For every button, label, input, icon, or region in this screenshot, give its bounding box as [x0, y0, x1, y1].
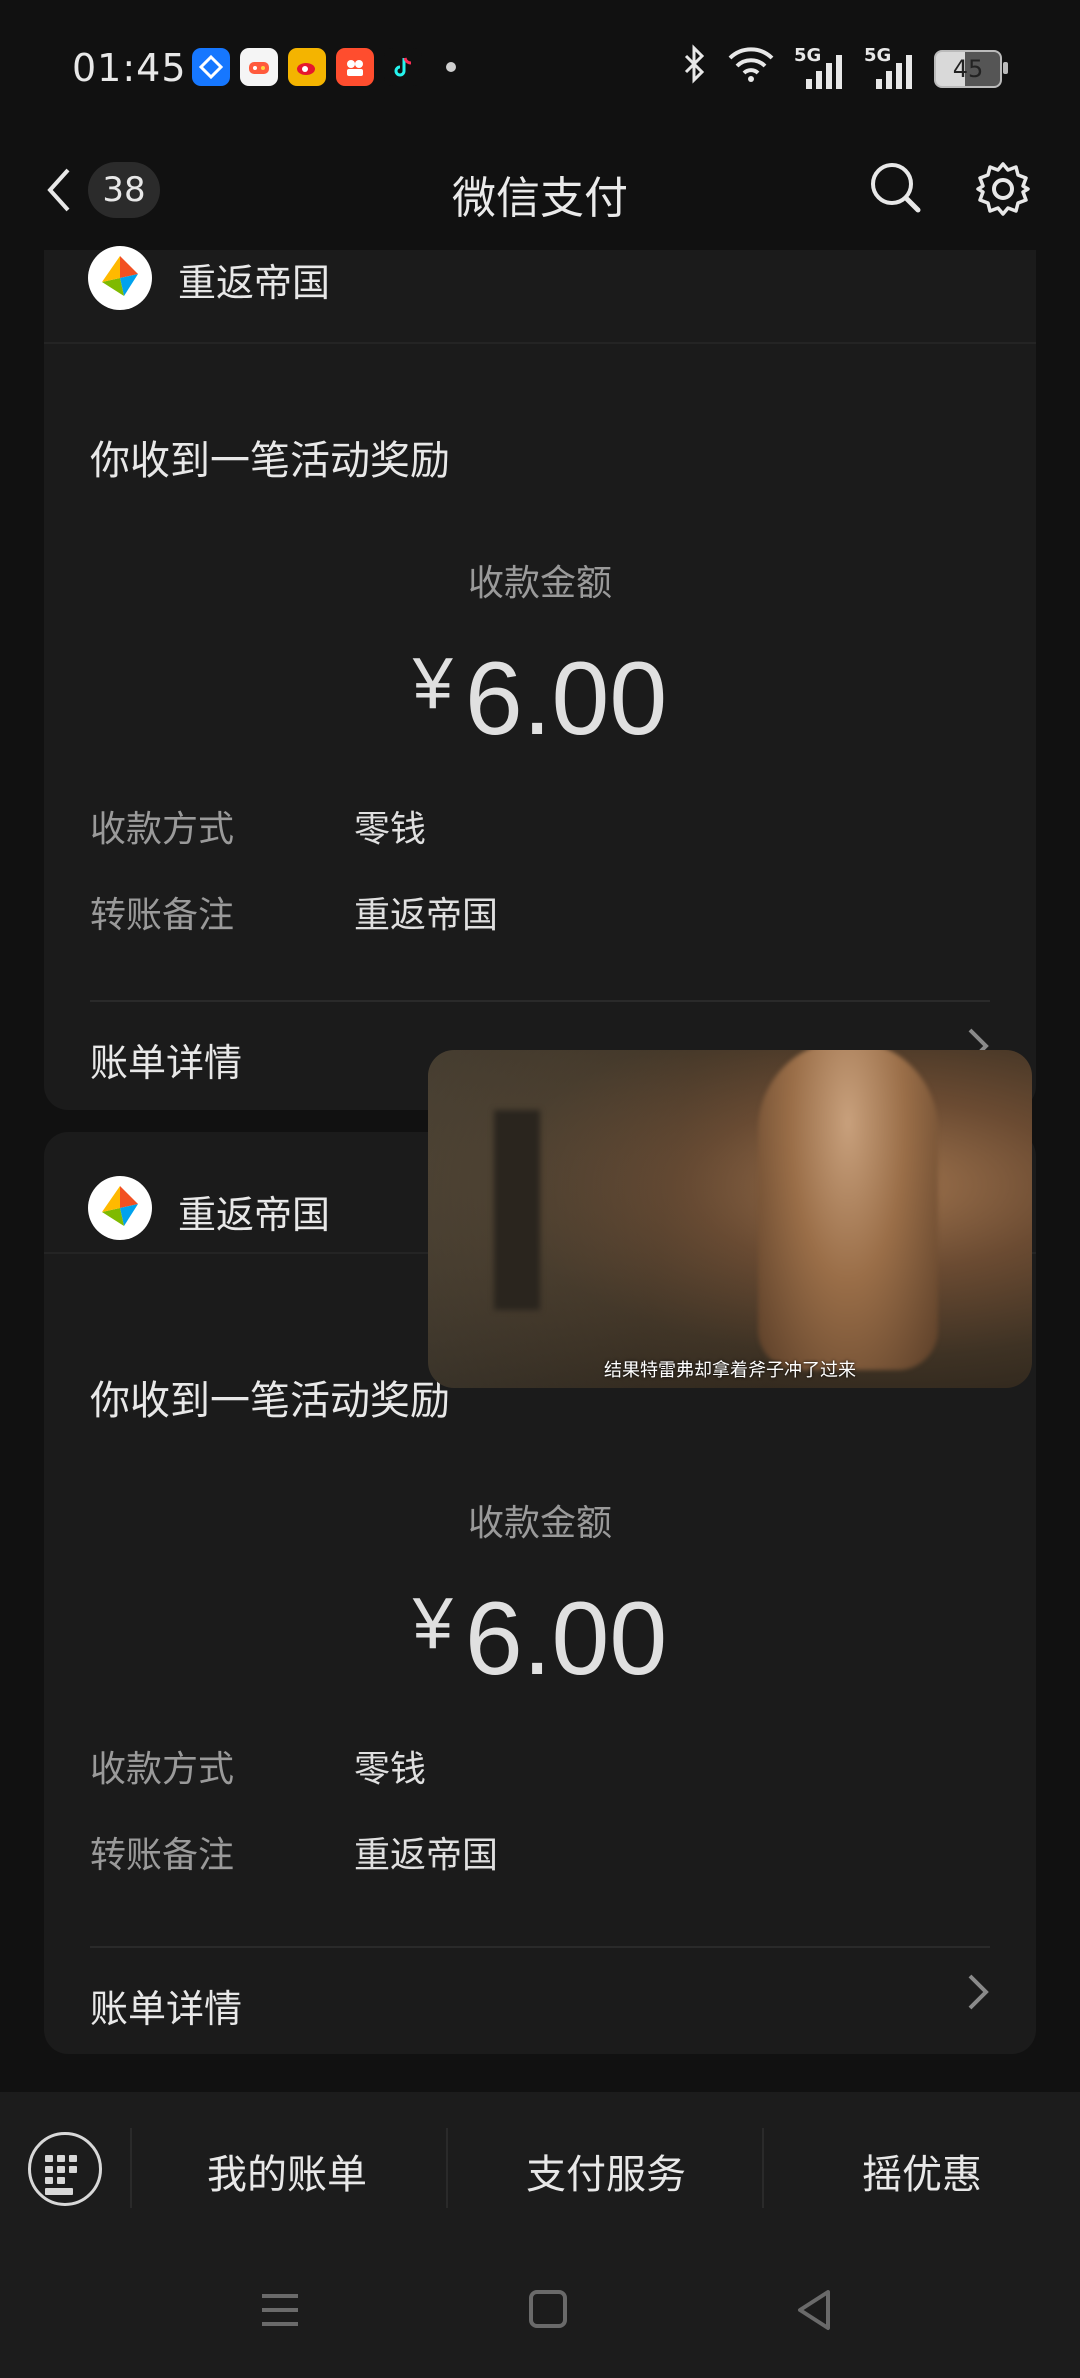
title-bar: 38 微信支付 — [0, 140, 1080, 250]
triangle-back-icon — [798, 2290, 830, 2330]
more-notifications-dot — [446, 62, 456, 72]
divider — [90, 1946, 990, 1948]
menu-my-bills[interactable]: 我的账单 — [132, 2142, 442, 2200]
tiktok-icon — [384, 48, 422, 86]
payment-method-label: 收款方式 — [90, 809, 235, 850]
card-headline: 你收到一笔活动奖励 — [90, 1378, 450, 1424]
bill-details-link[interactable]: 账单详情 — [90, 1978, 242, 2033]
signal-5g-icon: 5G — [864, 45, 916, 89]
amount-number: 6.00 — [464, 1581, 668, 1697]
amount-label: 收款金额 — [467, 563, 612, 604]
status-time: 01:45 — [72, 46, 187, 90]
game-icon — [240, 48, 278, 86]
game-logo-icon — [88, 1176, 152, 1240]
signal-5g-icon: 5G — [794, 45, 846, 89]
battery-level: 45 — [952, 54, 984, 83]
bluetooth-icon — [680, 44, 708, 93]
payment-method-value: 零钱 — [354, 809, 427, 850]
search-icon — [871, 163, 921, 213]
transfer-note-label: 转账备注 — [90, 1835, 235, 1876]
system-status-icons: 5G 5G 45 — [680, 44, 1008, 93]
card-headline: 你收到一笔活动奖励 — [90, 438, 450, 484]
payment-card: 重返帝国 你收到一笔活动奖励 收款金额 ¥6.00 收款方式 零钱 转账备注 重… — [44, 246, 1036, 1110]
wifi-icon — [726, 44, 776, 93]
settings-button[interactable] — [972, 158, 1034, 220]
game-logo-icon — [88, 246, 152, 310]
status-bar: 01:45 5G 5G 45 — [0, 0, 1080, 140]
system-navigation-bar — [0, 2244, 1080, 2378]
keyboard-toggle-icon[interactable] — [28, 2132, 102, 2206]
transfer-note-label: 转账备注 — [90, 895, 235, 936]
amount-value: ¥6.00 — [44, 1580, 1036, 1699]
alipay-icon — [192, 48, 230, 86]
video-app-icon — [336, 48, 374, 86]
home-square-icon — [529, 2290, 567, 2328]
amount-number: 6.00 — [464, 641, 668, 757]
gear-icon — [976, 162, 1030, 216]
amount-label: 收款金额 — [467, 1503, 612, 1544]
menu-icon — [262, 2294, 298, 2326]
transfer-note-value: 重返帝国 — [354, 895, 499, 936]
sender-name: 重返帝国 — [178, 261, 331, 305]
search-button[interactable] — [866, 158, 924, 216]
payment-method-label: 收款方式 — [90, 1749, 235, 1790]
video-frame — [758, 1050, 938, 1370]
back-nav-button[interactable] — [794, 2288, 834, 2336]
payment-method-value: 零钱 — [354, 1749, 427, 1790]
recent-apps-button[interactable] — [260, 2288, 300, 2336]
video-frame — [494, 1110, 540, 1310]
floating-video-window[interactable]: 结果特雷弗却拿着斧子冲了过来 — [428, 1050, 1032, 1388]
divider — [90, 1000, 990, 1002]
menu-shake-deals[interactable]: 摇优惠 — [764, 2142, 1080, 2200]
bill-details-link[interactable]: 账单详情 — [90, 1032, 242, 1087]
battery-icon: 45 — [934, 49, 1008, 88]
card-header[interactable]: 重返帝国 — [44, 246, 1036, 344]
transfer-note-value: 重返帝国 — [354, 1835, 499, 1876]
home-button[interactable] — [528, 2288, 568, 2336]
notification-icons — [192, 48, 456, 86]
amount-value: ¥6.00 — [44, 640, 1036, 759]
currency-symbol: ¥ — [412, 1584, 453, 1664]
sender-name: 重返帝国 — [178, 1193, 331, 1237]
currency-symbol: ¥ — [412, 644, 453, 724]
video-subtitle: 结果特雷弗却拿着斧子冲了过来 — [604, 1360, 856, 1381]
weibo-icon — [288, 48, 326, 86]
chevron-right-icon — [964, 1968, 992, 2028]
bottom-menu: 我的账单 支付服务 摇优惠 — [0, 2092, 1080, 2244]
menu-payment-services[interactable]: 支付服务 — [448, 2142, 764, 2200]
